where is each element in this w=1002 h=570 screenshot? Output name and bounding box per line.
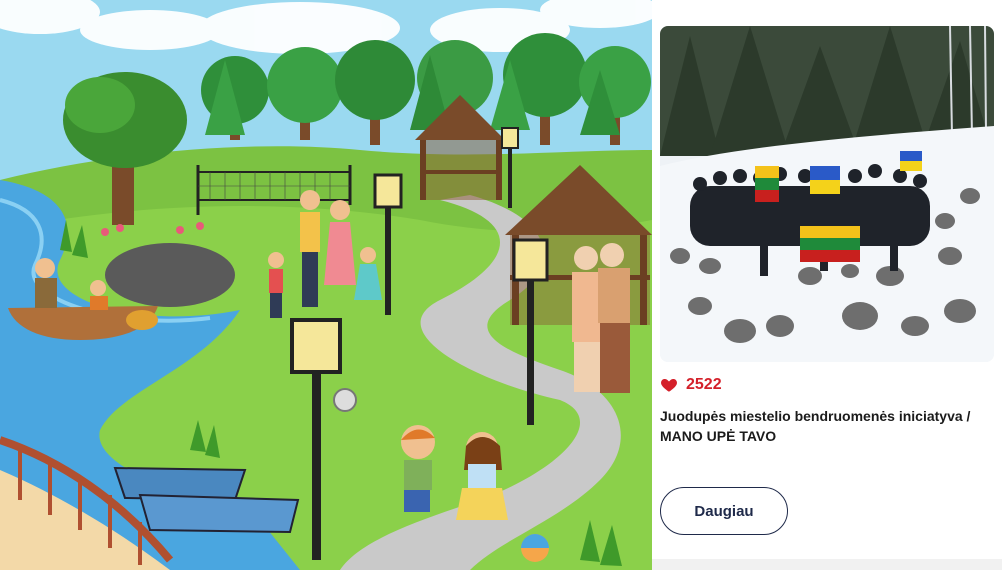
project-title[interactable]: Juodupės miestelio bendruomenės iniciaty… xyxy=(660,406,1000,446)
project-title-line1: Juodupės miestelio bendruomenės iniciaty… xyxy=(660,408,971,424)
vote-block[interactable]: 2522 xyxy=(660,376,722,394)
more-button[interactable]: Daugiau xyxy=(660,487,788,535)
vote-count: 2522 xyxy=(686,376,722,393)
heart-icon[interactable] xyxy=(660,376,678,394)
project-photo[interactable] xyxy=(660,26,994,362)
project-card: 2522 Juodupės miestelio bendruomenės ini… xyxy=(652,0,1002,570)
bottom-divider xyxy=(652,559,1002,570)
project-title-line2: MANO UPĖ TAVO xyxy=(660,428,777,444)
park-illustration xyxy=(0,0,652,570)
